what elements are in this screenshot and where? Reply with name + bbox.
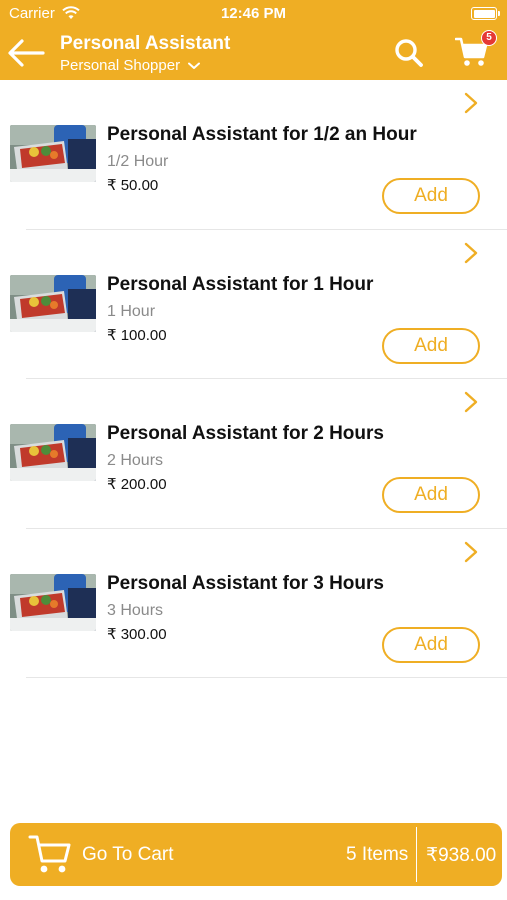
service-price: ₹ 200.00 [107,476,167,493]
status-bar: Carrier 12:46 PM [0,5,507,25]
clock: 12:46 PM [220,5,287,22]
chevron-right-icon[interactable] [464,541,478,563]
service-item[interactable]: Personal Assistant for 1 Hour 1 Hour ₹ 1… [10,230,507,379]
service-thumbnail [10,274,96,332]
cart-count-badge: 5 [481,30,497,46]
page-title: Personal Assistant [60,33,231,54]
service-duration: 3 Hours [107,601,164,619]
cart-item-count: 5 Items [346,844,409,865]
service-price: ₹ 300.00 [107,625,167,643]
back-button[interactable] [7,38,45,68]
service-name: Personal Assistant for 1/2 an Hour [107,124,417,145]
chevron-right-icon[interactable] [464,242,478,264]
service-name: Personal Assistant for 3 Hours [107,572,384,594]
category-label: Personal Shopper [60,57,181,74]
service-duration: 2 Hours [107,452,164,469]
service-thumbnail [10,424,96,481]
service-name: Personal Assistant for 2 Hours [107,423,384,444]
service-thumbnail [10,573,96,631]
chevron-right-icon[interactable] [464,92,478,114]
chevron-down-icon [188,62,201,69]
service-item[interactable]: Personal Assistant for 3 Hours 3 Hours ₹… [10,529,507,678]
footer-divider [416,827,417,882]
go-to-cart-bar[interactable]: Go To Cart 5 Items ₹938.00 [10,823,502,886]
category-selector[interactable]: Personal Shopper [60,56,230,76]
service-duration: 1/2 Hour [107,153,169,170]
service-list: Personal Assistant for 1/2 an Hour 1/2 H… [0,80,507,678]
cart-total: ₹938.00 [426,845,497,866]
add-button[interactable]: Add [382,626,480,663]
service-item[interactable]: Personal Assistant for 1/2 an Hour 1/2 H… [10,80,507,230]
service-duration: 1 Hour [107,302,156,320]
search-button[interactable] [394,38,424,68]
add-button[interactable]: Add [382,477,480,513]
go-to-cart-label: Go To Cart [82,844,174,865]
service-name: Personal Assistant for 1 Hour [107,273,374,295]
service-thumbnail [10,125,96,182]
cart-icon [28,835,71,873]
search-icon [395,39,423,67]
back-arrow-icon [8,39,45,67]
service-item[interactable]: Personal Assistant for 2 Hours 2 Hours ₹… [10,379,507,529]
app-header: Carrier 12:46 PM Personal Assistant Pers… [0,0,507,80]
service-price: ₹ 50.00 [107,177,159,194]
service-price: ₹ 100.00 [107,326,167,344]
header-titles: Personal Assistant Personal Shopper [60,33,230,76]
add-button[interactable]: Add [382,327,480,364]
chevron-right-icon[interactable] [464,391,478,413]
battery-icon [471,7,500,20]
add-button[interactable]: Add [382,178,480,214]
